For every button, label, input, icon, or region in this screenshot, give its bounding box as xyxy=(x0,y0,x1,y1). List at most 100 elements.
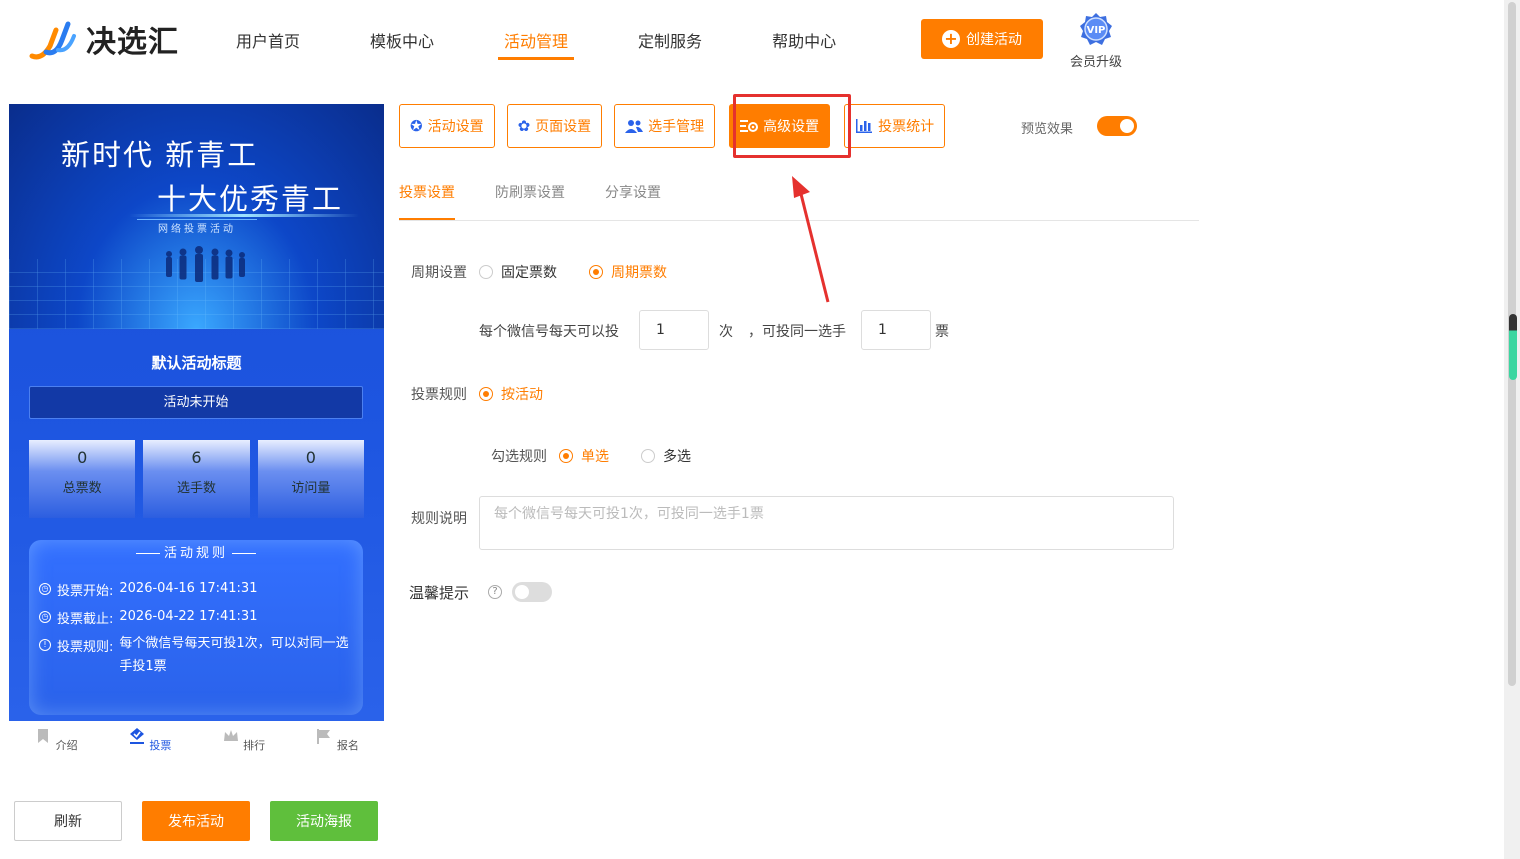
tab-intro[interactable]: 介绍 xyxy=(9,721,103,776)
tab-vote[interactable]: 投票 xyxy=(103,721,197,776)
crown-icon xyxy=(223,730,238,741)
radio-dot xyxy=(589,265,603,279)
radio-dot xyxy=(641,449,655,463)
nav-item-help[interactable]: 帮助中心 xyxy=(772,28,836,60)
select-rule-label: 勾选规则 xyxy=(491,449,547,465)
create-activity-button[interactable]: + 创建活动 xyxy=(921,19,1043,59)
period-cycle-radio[interactable]: 周期票数 xyxy=(589,262,667,282)
preview-rules-panel: 活动规则 ◷ 投票开始: 2026-04-16 17:41:31 ◷ 投票截止:… xyxy=(29,540,363,715)
tab-signup[interactable]: 报名 xyxy=(290,721,384,776)
nav-item-activity-management[interactable]: 活动管理 xyxy=(498,28,575,60)
per-day-votes-input[interactable]: 1 xyxy=(639,310,709,350)
player-management-button[interactable]: 选手管理 xyxy=(614,104,716,148)
rule-description-textarea[interactable]: 每个微信号每天可投1次，可投同一选手1票 xyxy=(479,496,1174,550)
toolbar-button-label: 活动设置 xyxy=(427,119,484,135)
users-icon xyxy=(625,120,644,133)
stat-label: 访问量 xyxy=(291,481,331,496)
multi-select-radio[interactable]: 多选 xyxy=(641,446,691,466)
preview-stats: 0 总票数 6 选手数 0 访问量 xyxy=(29,440,364,518)
period-setting-label: 周期设置 xyxy=(411,265,467,281)
toolbar-button-label: 页面设置 xyxy=(535,119,592,135)
nav-item-home[interactable]: 用户首页 xyxy=(236,28,300,60)
tab-label: 介绍 xyxy=(55,739,78,752)
flag-icon xyxy=(317,729,331,744)
banner-subtitle: 网络投票活动 xyxy=(137,219,257,235)
radio-label: 多选 xyxy=(663,449,691,465)
vip-upgrade[interactable]: VIP 会员升级 xyxy=(1066,12,1126,70)
radio-dot xyxy=(559,449,573,463)
activity-settings-button[interactable]: ✪ 活动设置 xyxy=(399,104,495,148)
clock-icon: ◷ xyxy=(39,583,51,595)
period-fixed-radio[interactable]: 固定票数 xyxy=(479,262,557,282)
rule-value: 每个微信号每天可投1次，可以对同一选手投1票 xyxy=(119,636,349,674)
refresh-button[interactable]: 刷新 xyxy=(14,801,122,841)
single-select-radio[interactable]: 单选 xyxy=(559,446,609,466)
nav-item-templates[interactable]: 模板中心 xyxy=(370,28,434,60)
rule-end-time: ◷ 投票截止: 2026-04-22 17:41:31 xyxy=(39,608,351,627)
page-settings-button[interactable]: ✿ 页面设置 xyxy=(506,104,603,148)
stat-value: 6 xyxy=(191,448,202,467)
preview-status-bar: 活动未开始 xyxy=(29,386,363,419)
main-nav: 用户首页 模板中心 活动管理 定制服务 帮助中心 xyxy=(236,28,906,60)
stat-value: 0 xyxy=(305,448,316,467)
settings-toolbar: ✪ 活动设置 ✿ 页面设置 选手管理 高级设置 投票统计 xyxy=(399,104,946,148)
votes-unit: 票 xyxy=(935,324,949,340)
people-silhouette-icon xyxy=(166,246,245,282)
tab-label: 投票 xyxy=(149,739,172,752)
logo-mark-icon xyxy=(29,21,76,60)
tab-ranking[interactable]: 排行 xyxy=(197,721,291,776)
vip-badge-text: VIP xyxy=(1087,25,1106,36)
vote-rule-label: 投票规则 xyxy=(411,387,467,403)
bottom-actions: 刷新 发布活动 活动海报 xyxy=(14,801,378,841)
question-circle-icon[interactable]: ? xyxy=(488,585,502,599)
activity-preview: 新时代 新青工 十大优秀青工 网络投票活动 默认活动标题 活动未开始 0 总票数… xyxy=(9,104,384,721)
annotation-arrow-icon xyxy=(792,176,830,303)
brand-logo[interactable]: 决选汇 xyxy=(28,16,179,62)
radio-label: 固定票数 xyxy=(501,265,557,281)
toolbar-button-label: 选手管理 xyxy=(648,119,705,135)
warm-tip-toggle[interactable] xyxy=(512,582,552,602)
preview-banner: 新时代 新青工 十大优秀青工 网络投票活动 xyxy=(9,104,384,329)
publish-activity-button[interactable]: 发布活动 xyxy=(142,801,250,841)
rules-heading: 活动规则 xyxy=(29,542,363,561)
plus-circle-icon: + xyxy=(942,30,960,48)
banner-title-line1: 新时代 新青工 xyxy=(61,138,259,172)
same-player-votes-input[interactable]: 1 xyxy=(861,310,931,350)
times-unit: 次 xyxy=(719,324,733,340)
vip-badge-icon: VIP xyxy=(1080,13,1112,45)
per-day-text: 每个微信号每天可以投 xyxy=(479,324,619,340)
vote-statistics-button[interactable]: 投票统计 xyxy=(844,104,946,148)
rule-description-label: 规则说明 xyxy=(411,511,467,527)
toolbar-button-label: 投票统计 xyxy=(878,119,935,135)
star-badge-icon: ✪ xyxy=(410,117,423,135)
radio-label: 单选 xyxy=(581,449,609,465)
banner-glow-decoration xyxy=(129,214,359,217)
tab-vote-settings[interactable]: 投票设置 xyxy=(399,170,455,220)
preview-effect-toggle[interactable] xyxy=(1097,116,1137,136)
tab-share-settings[interactable]: 分享设置 xyxy=(605,170,661,220)
rule-key: 投票截止: xyxy=(57,612,114,627)
vip-upgrade-label: 会员升级 xyxy=(1069,55,1122,70)
rule-by-activity-radio[interactable]: 按活动 xyxy=(479,384,543,404)
nav-item-custom-service[interactable]: 定制服务 xyxy=(638,28,702,60)
radio-label: 周期票数 xyxy=(611,265,667,281)
radio-dot xyxy=(479,387,493,401)
rule-start-time: ◷ 投票开始: 2026-04-16 17:41:31 xyxy=(39,580,351,599)
info-icon: ! xyxy=(39,639,51,651)
page-scrollbar[interactable] xyxy=(1504,0,1520,859)
activity-poster-button[interactable]: 活动海报 xyxy=(270,801,378,841)
same-player-text: ，可投同一选手 xyxy=(748,324,846,340)
side-indicator xyxy=(1509,314,1517,380)
rules-heading-text: 活动规则 xyxy=(163,546,228,561)
bookmark-icon xyxy=(38,729,49,743)
stat-label: 选手数 xyxy=(176,481,216,496)
banner-title-line2: 十大优秀青工 xyxy=(157,182,344,216)
tab-label: 报名 xyxy=(336,739,359,752)
vote-check-icon xyxy=(129,728,144,744)
tab-label: 排行 xyxy=(243,739,266,752)
rule-value: 2026-04-22 17:41:31 xyxy=(119,609,258,624)
rule-key: 投票开始: xyxy=(57,584,114,599)
tab-anti-fraud-settings[interactable]: 防刷票设置 xyxy=(495,170,565,220)
radio-dot xyxy=(479,265,493,279)
stat-visits: 0 访问量 xyxy=(257,440,364,518)
